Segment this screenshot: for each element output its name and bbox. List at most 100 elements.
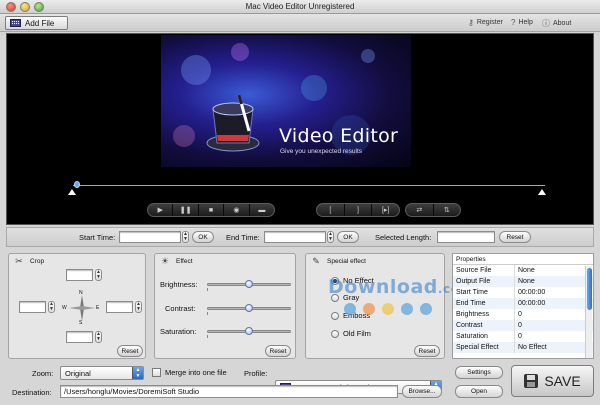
about-link[interactable]: ⓘ About [542, 18, 571, 29]
brightness-label: Brightness: [160, 280, 198, 289]
properties-row[interactable]: Contrast 0 [453, 320, 593, 331]
merge-checkbox-box [152, 368, 161, 377]
end-time-stepper[interactable]: ▲ ▼ [327, 231, 334, 243]
radio-old-film-indicator [331, 329, 339, 338]
playback-controls: ▶ ❚❚ ■ ◉ ▬ [147, 203, 275, 217]
selected-length-label: Selected Length: [375, 233, 432, 242]
crop-bottom-stepper[interactable]: ▲ ▼ [95, 331, 102, 343]
contrast-thumb[interactable] [245, 304, 253, 312]
crop-bottom-input[interactable] [66, 331, 93, 343]
properties-header: Properties [453, 254, 593, 265]
pause-button[interactable]: ❚❚ [173, 204, 199, 216]
selected-length-input[interactable] [437, 231, 495, 243]
folder-button[interactable]: ▬ [250, 204, 274, 216]
properties-row[interactable]: End Time 00:00:00 [453, 298, 593, 309]
add-file-label: Add File [25, 18, 55, 28]
video-preview[interactable]: Video Editor Give you unexpected results… [6, 33, 594, 225]
browse-button[interactable]: Browse... [402, 385, 442, 398]
help-label: Help [518, 19, 533, 26]
time-reset-button[interactable]: Reset [499, 231, 531, 243]
properties-scroll-thumb[interactable] [587, 268, 592, 310]
end-marker[interactable] [538, 189, 546, 195]
brightness-thumb[interactable] [245, 280, 253, 288]
set-start-button[interactable]: [ [317, 204, 345, 216]
properties-row[interactable]: Start Time 00:00:00 [453, 287, 593, 298]
special-effect-title: Special effect [327, 257, 366, 265]
property-key: Output File [453, 276, 515, 287]
properties-row[interactable]: Output File None [453, 276, 593, 287]
help-link[interactable]: ? Help [511, 18, 533, 27]
end-time-input[interactable] [264, 231, 326, 243]
properties-row[interactable]: Brightness 0 [453, 309, 593, 320]
special-effect-reset-button[interactable]: Reset [414, 345, 440, 357]
register-link[interactable]: ⚷ Register [468, 18, 503, 27]
crop-top-stepper[interactable]: ▲ ▼ [95, 269, 102, 281]
saturation-thumb[interactable] [245, 327, 253, 335]
crop-left-input[interactable] [19, 301, 46, 313]
seek-handle[interactable] [74, 181, 80, 188]
about-label: About [553, 20, 572, 27]
start-time-stepper[interactable]: ▲ ▼ [182, 231, 189, 243]
effect-reset-button[interactable]: Reset [265, 345, 291, 357]
effect-header: ☀ Effect [159, 256, 193, 266]
radio-old-film[interactable]: Old Film [331, 329, 371, 338]
crop-right-stepper[interactable]: ▲ ▼ [135, 301, 142, 313]
set-end-button[interactable]: ] [345, 204, 373, 216]
radio-old-film-label: Old Film [343, 329, 371, 338]
merge-checkbox[interactable]: Merge into one file [152, 368, 227, 377]
open-button[interactable]: Open [455, 385, 503, 398]
transform-controls: ⇄ ⇅ [405, 203, 461, 217]
crop-title: Crop [30, 257, 45, 265]
snapshot-button[interactable]: ◉ [224, 204, 250, 216]
property-key: Source File [453, 265, 515, 276]
start-marker[interactable] [68, 189, 76, 195]
floppy-disk-icon [524, 374, 539, 388]
properties-row[interactable]: Special Effect No Effect [453, 342, 593, 353]
magic-wand-icon: ✎ [312, 256, 320, 266]
profile-label: Profile: [244, 369, 268, 378]
start-time-input[interactable] [119, 231, 181, 243]
crop-panel: ✂ Crop ▲ ▼ ▲ ▼ ▲ ▼ ▲ ▼ N S W E Reset [8, 253, 146, 359]
property-value: No Effect [518, 344, 547, 351]
folder-icon: ▬ [258, 206, 266, 214]
properties-rows: Source File None Output File None Start Time… [453, 265, 593, 353]
contrast-ticks [207, 312, 291, 315]
property-value: None [518, 267, 535, 274]
property-value: None [518, 278, 535, 285]
sun-icon: ☀ [160, 256, 170, 266]
crop-top-input[interactable] [66, 269, 93, 281]
add-file-button[interactable]: Add File [5, 16, 68, 30]
play-icon: ▶ [157, 207, 163, 214]
properties-row[interactable]: Source File None [453, 265, 593, 276]
key-icon: ⚷ [468, 18, 474, 27]
properties-scrollbar[interactable] [585, 266, 592, 358]
flip-vertical-icon: ⇅ [443, 207, 450, 214]
end-time-ok-button[interactable]: OK [337, 231, 359, 243]
register-label: Register [476, 19, 503, 26]
destination-input[interactable]: /Users/honglu/Movies/DoremiSoft Studio [60, 385, 398, 398]
settings-button[interactable]: Settings [455, 366, 503, 379]
bracket-left-icon: [ [329, 206, 332, 214]
film-icon [10, 19, 21, 27]
crop-right-input[interactable] [106, 301, 133, 313]
crop-reset-button[interactable]: Reset [117, 345, 143, 357]
crop-left-stepper[interactable]: ▲ ▼ [48, 301, 55, 313]
flip-horizontal-icon: ⇄ [416, 207, 423, 214]
zoom-dropdown-icon: ▲ ▼ [132, 367, 143, 379]
seek-bar[interactable] [73, 185, 545, 186]
play-button[interactable]: ▶ [148, 204, 174, 216]
saturation-ticks [207, 335, 291, 338]
zoom-label: Zoom: [32, 369, 54, 378]
start-time-ok-button[interactable]: OK [192, 231, 214, 243]
properties-row[interactable]: Saturation 0 [453, 331, 593, 342]
property-value: 0 [518, 333, 522, 340]
save-button[interactable]: SAVE [511, 365, 594, 397]
compass-north: N [79, 290, 83, 296]
zoom-select[interactable]: Original ▲ ▼ [60, 366, 144, 380]
flip-vertical-button[interactable]: ⇅ [434, 204, 461, 216]
stop-button[interactable]: ■ [199, 204, 225, 216]
property-key: Brightness [453, 309, 515, 320]
window-title: Mac Video Editor Unregistered [245, 2, 355, 11]
flip-horizontal-button[interactable]: ⇄ [406, 204, 434, 216]
play-selection-button[interactable]: [▸] [372, 204, 399, 216]
